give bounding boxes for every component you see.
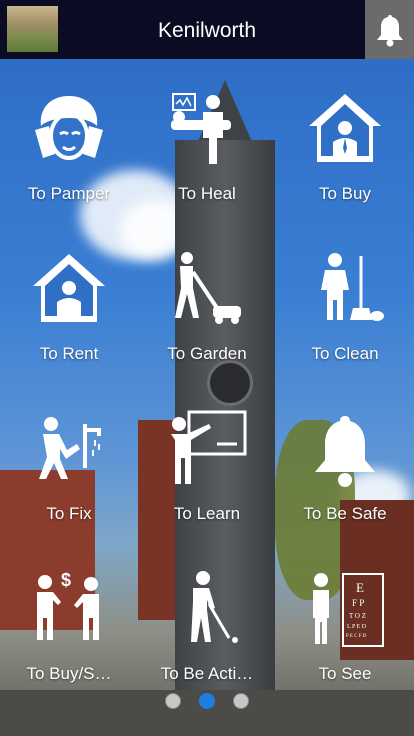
- tile-rent[interactable]: To Rent: [0, 250, 138, 370]
- svg-text:P E C F D: P E C F D: [346, 634, 367, 639]
- page-dot-2[interactable]: [199, 693, 215, 709]
- tile-label: To Fix: [46, 504, 92, 523]
- tile-heal[interactable]: To Heal: [138, 90, 276, 210]
- page-dot-3[interactable]: [233, 693, 249, 709]
- bell-icon: [315, 416, 375, 487]
- tile-clean[interactable]: To Clean: [276, 250, 414, 370]
- tile-buy-sell[interactable]: $ To Buy/S…: [0, 570, 138, 690]
- page-dot-1[interactable]: [165, 693, 181, 709]
- tile-buy[interactable]: To Buy: [276, 90, 414, 210]
- cleaner-broom-icon: [321, 253, 384, 321]
- tile-see[interactable]: E F P T O Z L P E D P E C F D To See: [276, 570, 414, 690]
- tile-label: To Garden: [167, 344, 247, 363]
- tile-label: To Learn: [173, 504, 241, 523]
- svg-text:T O Z: T O Z: [349, 612, 366, 620]
- doctor-patient-icon: [171, 93, 231, 164]
- svg-text:E: E: [356, 580, 364, 595]
- tile-label: To See: [318, 664, 372, 683]
- tile-label: To Heal: [178, 184, 236, 203]
- svg-text:F P: F P: [352, 598, 364, 608]
- tile-be-active[interactable]: To Be Acti…: [138, 570, 276, 690]
- lawnmower-icon: [175, 252, 241, 324]
- tile-learn[interactable]: To Learn: [138, 410, 276, 530]
- tile-label: To Be Acti…: [160, 664, 254, 683]
- bell-icon: [376, 14, 403, 46]
- page-title: Kenilworth: [157, 19, 257, 42]
- golfer-icon: [191, 571, 238, 643]
- teacher-board-icon: [171, 410, 247, 484]
- tile-pamper[interactable]: To Pamper: [0, 90, 138, 210]
- top-bar: Kenilworth: [0, 0, 414, 59]
- svg-text:L P E D: L P E D: [347, 624, 367, 630]
- notifications-button[interactable]: [365, 0, 414, 59]
- svg-text:$: $: [61, 570, 71, 590]
- page-indicator: [0, 693, 414, 709]
- tile-label: To Rent: [39, 344, 99, 363]
- tile-label: To Pamper: [27, 184, 111, 203]
- tile-garden[interactable]: To Garden: [138, 250, 276, 370]
- tile-be-safe[interactable]: To Be Safe: [276, 410, 414, 530]
- plumber-wrench-icon: [39, 417, 101, 479]
- tile-label: To Buy/S…: [26, 664, 112, 683]
- tile-label: To Clean: [311, 344, 379, 363]
- pamper-face-icon: [35, 96, 103, 160]
- house-agent-icon: [309, 94, 381, 162]
- optician-eye-chart-icon: E F P T O Z L P E D P E C F D: [313, 573, 384, 647]
- buy-sell-people-icon: $: [37, 570, 99, 640]
- tile-fix[interactable]: To Fix: [0, 410, 138, 530]
- house-person-icon: [33, 254, 105, 322]
- tile-label: To Be Safe: [303, 504, 387, 523]
- tile-label: To Buy: [319, 184, 371, 203]
